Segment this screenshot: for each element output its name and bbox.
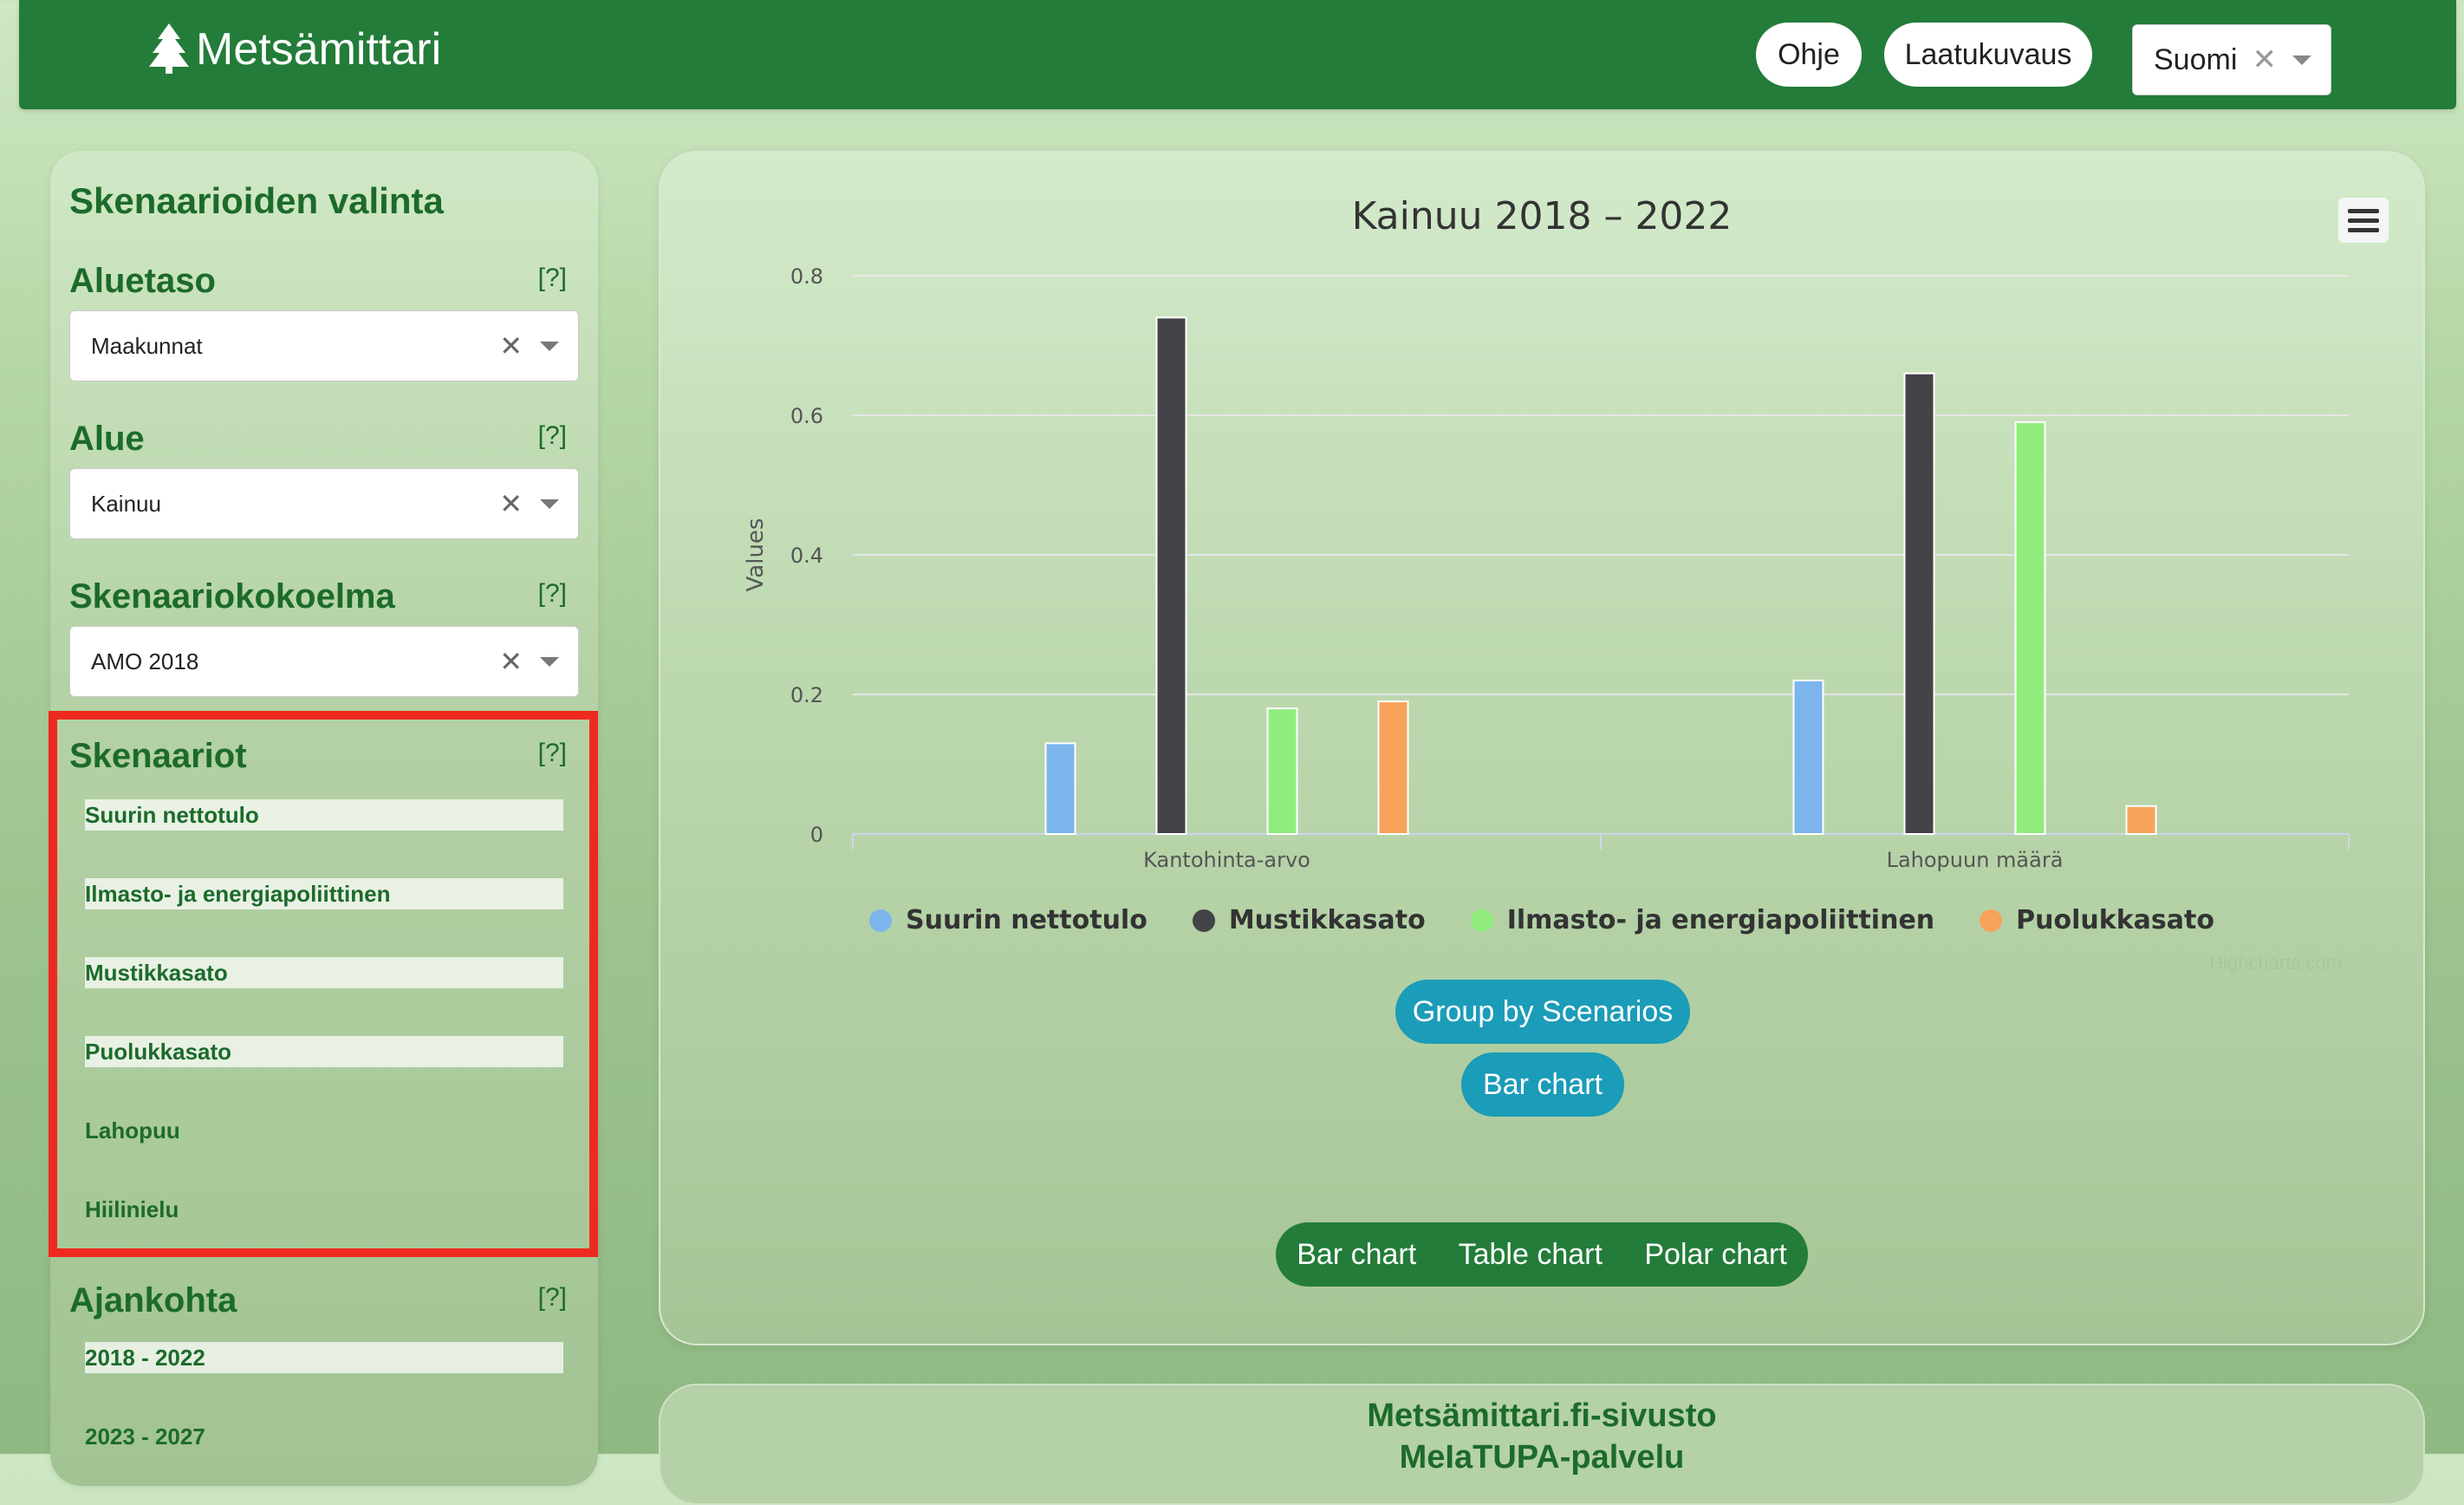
bar <box>1266 707 1298 835</box>
tab-table-chart[interactable]: Table chart <box>1448 1238 1613 1272</box>
bar <box>1903 372 1935 835</box>
period-option[interactable]: 2023 - 2027 <box>85 1421 563 1452</box>
y-tick-label: 0.2 <box>790 683 823 707</box>
ajankohta-help[interactable]: [?] <box>538 1283 567 1313</box>
quality-description-button[interactable]: Laatukuvaus <box>1884 23 2092 87</box>
sidebar-title: Skenaarioiden valinta <box>69 180 444 221</box>
legend-item[interactable]: Ilmasto- ja energiapoliittinen <box>1470 905 1935 935</box>
footer-link-service[interactable]: MeIaTUPA-palvelu <box>660 1439 2423 1476</box>
legend-dot <box>1470 909 1493 932</box>
bar <box>2125 805 2157 835</box>
group-by-scenarios-button[interactable]: Group by Scenarios <box>1395 980 1690 1044</box>
language-value: Suomi <box>2154 42 2238 76</box>
clear-icon[interactable]: ✕ <box>499 645 523 678</box>
period-option-label: 2018 - 2022 <box>85 1344 205 1371</box>
y-axis-title: Values <box>743 518 769 592</box>
kokoelma-value: AMO 2018 <box>91 648 199 674</box>
kokoelma-label: Skenaariokokoelma <box>69 577 395 616</box>
legend-label: Ilmasto- ja energiapoliittinen <box>1506 905 1935 935</box>
period-option-label: 2023 - 2027 <box>85 1423 205 1450</box>
aluetaso-help[interactable]: [?] <box>538 264 567 293</box>
y-tick-label: 0.8 <box>790 264 823 289</box>
legend-label: Suurin nettotulo <box>906 905 1147 935</box>
y-tick-label: 0.6 <box>790 404 823 428</box>
ajankohta-label: Ajankohta <box>69 1281 237 1319</box>
tab-bar-chart[interactable]: Bar chart <box>1286 1238 1427 1272</box>
brand-name: Metsämittari <box>196 24 442 75</box>
bar <box>1044 742 1076 835</box>
legend-item[interactable]: Suurin nettotulo <box>869 905 1147 935</box>
period-option[interactable]: 2018 - 2022 <box>85 1342 563 1373</box>
aluetaso-label: Aluetaso <box>69 262 216 300</box>
legend-item[interactable]: Puolukkasato <box>1980 905 2214 935</box>
clear-icon[interactable]: ✕ <box>2253 42 2278 77</box>
brand[interactable]: Metsämittari <box>149 19 441 80</box>
legend-dot <box>1980 909 2003 932</box>
chevron-down-icon[interactable] <box>2292 55 2311 65</box>
legend-dot <box>1192 909 1215 932</box>
chevron-down-icon[interactable] <box>540 498 559 509</box>
chevron-down-icon[interactable] <box>540 341 559 351</box>
x-tick-label: Lahopuun määrä <box>1887 848 2064 872</box>
chart-card: Kainuu 2018 – 2022 0 0.2 0.4 0.6 0.8 Kantohin… <box>659 151 2425 1345</box>
bar-chart-toggle-button[interactable]: Bar chart <box>1461 1052 1624 1117</box>
x-tick-label: Kantohinta-arvo <box>1143 848 1310 872</box>
bar <box>1155 316 1187 836</box>
scenario-highlight-box <box>49 711 598 1257</box>
bar <box>1792 679 1824 836</box>
aluetaso-value: Maakunnat <box>91 332 203 359</box>
y-tick-label: 0.4 <box>790 544 823 568</box>
kokoelma-help[interactable]: [?] <box>538 579 567 609</box>
tree-icon <box>149 22 196 78</box>
legend-item[interactable]: Mustikkasato <box>1192 905 1426 935</box>
clear-icon[interactable]: ✕ <box>499 487 523 520</box>
legend-label: Mustikkasato <box>1228 905 1426 935</box>
aluetaso-select[interactable]: Maakunnat ✕ <box>69 310 579 381</box>
chart-legend: Suurin nettotulo Mustikkasato Ilmasto- ja … <box>660 905 2423 935</box>
y-tick-label: 0 <box>810 823 823 847</box>
chart-view-tabs: Bar chart Table chart Polar chart <box>1276 1222 1808 1287</box>
footer-card: Metsämittari.fi-sivusto MeIaTUPA-palvelu <box>659 1384 2425 1505</box>
bar-chart: 0 0.2 0.4 0.6 0.8 Kantohinta-arvo Lahopuun mää… <box>743 264 2350 872</box>
legend-dot <box>869 909 893 932</box>
legend-label: Puolukkasato <box>2016 905 2214 935</box>
alue-value: Kainuu <box>91 490 161 517</box>
footer-link-site[interactable]: Metsämittari.fi-sivusto <box>660 1398 2423 1435</box>
bar <box>2014 421 2046 835</box>
chevron-down-icon[interactable] <box>540 656 559 667</box>
clear-icon[interactable]: ✕ <box>499 329 523 362</box>
alue-label: Alue <box>69 420 145 458</box>
bar <box>1377 700 1409 835</box>
tab-polar-chart[interactable]: Polar chart <box>1634 1238 1797 1272</box>
kokoelma-select[interactable]: AMO 2018 ✕ <box>69 626 579 697</box>
top-navbar: Metsämittari Ohje Laatukuvaus Suomi ✕ <box>19 0 2456 109</box>
alue-help[interactable]: [?] <box>538 421 567 451</box>
language-select[interactable]: Suomi ✕ <box>2132 24 2331 95</box>
highcharts-credits[interactable]: Highcharts.com <box>2209 952 2342 974</box>
help-button[interactable]: Ohje <box>1756 23 1862 87</box>
alue-select[interactable]: Kainuu ✕ <box>69 468 579 539</box>
